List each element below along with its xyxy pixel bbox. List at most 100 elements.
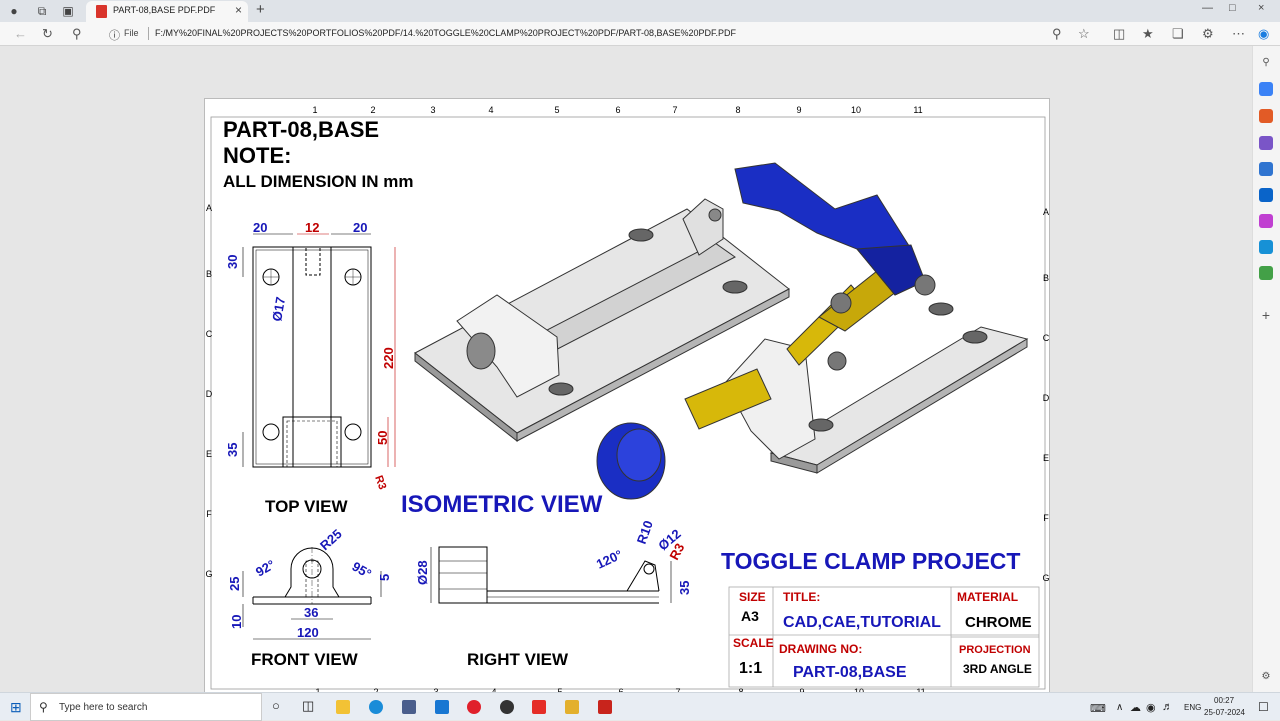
mail-icon[interactable] [435, 700, 449, 714]
app2-icon[interactable] [565, 700, 579, 714]
dim-35: 35 [225, 443, 240, 457]
youtube-icon[interactable] [532, 700, 546, 714]
border-row-label: G [205, 569, 212, 579]
outlook-icon[interactable] [1259, 188, 1273, 202]
office-icon[interactable] [1259, 162, 1273, 176]
border-row-label: B [206, 269, 212, 279]
title-label: TITLE: [783, 590, 820, 604]
dim-95deg: 95° [350, 559, 375, 582]
project-title: TOGGLE CLAMP PROJECT [721, 548, 1020, 574]
language-indicator[interactable]: ENG [1184, 703, 1201, 712]
clock-date[interactable]: 25-07-2024 [1204, 708, 1245, 717]
clock-time[interactable]: 00:27 [1214, 696, 1234, 705]
tools-icon[interactable] [1259, 109, 1273, 123]
minimize-icon[interactable]: — [1202, 2, 1213, 14]
sidebar-search-icon[interactable]: ⚲ [1259, 56, 1273, 70]
taskbar-search[interactable]: ⚲ Type here to search [30, 693, 262, 721]
copilot-icon[interactable]: ◉ [1258, 26, 1269, 42]
zoom-icon[interactable]: ⚲ [1052, 26, 1062, 42]
border-row-label: F [206, 509, 212, 519]
opera-icon[interactable] [467, 700, 481, 714]
size-value: A3 [741, 608, 759, 624]
edge-icon[interactable] [369, 700, 383, 714]
right-view-dimensions: Ø28 120° R10 Ø12 R3 35 [415, 518, 692, 595]
extensions-icon[interactable]: ⚙ [1202, 26, 1214, 42]
dim-r25: R25 [317, 526, 345, 553]
restore-icon[interactable]: □ [1229, 2, 1236, 14]
border-row-label: E [206, 449, 212, 459]
tab-title: PART-08,BASE PDF.PDF [113, 5, 216, 15]
favorite-star-icon[interactable]: ☆ [1078, 26, 1090, 42]
keyboard-icon[interactable]: ⌨ [1090, 702, 1106, 715]
collections-icon[interactable]: ❏ [1172, 26, 1184, 42]
projection-value: 3RD ANGLE [963, 662, 1032, 676]
shopping-icon[interactable] [1259, 82, 1273, 96]
drawing-svg: 1234567891011 1234567891011 ABCDEFG ABCD… [205, 105, 1049, 697]
file-explorer-icon[interactable] [336, 700, 350, 714]
dim-35-right: 35 [677, 581, 692, 595]
dim-diameter-28: Ø28 [415, 560, 430, 585]
top-view-dimensions: 20 12 20 30 Ø17 220 50 35 R3 [225, 220, 396, 491]
more-menu-icon[interactable]: ⋯ [1232, 26, 1245, 42]
url-field[interactable]: ⓘ File F:/MY%20FINAL%20PROJECTS%20PORTFO… [100, 24, 1100, 44]
back-icon[interactable]: ← [14, 26, 27, 41]
designer-icon[interactable] [1259, 214, 1273, 228]
add-sidebar-icon[interactable]: + [1259, 308, 1273, 322]
tab-bar: ● ⧉ ▣ PART-08,BASE PDF.PDF × + — □ × [0, 0, 1280, 22]
border-col-label: 2 [370, 105, 375, 115]
border-col-label: 8 [735, 105, 740, 115]
dim-50: 50 [375, 431, 390, 445]
border-col-label: 11 [913, 105, 922, 115]
pdf-viewer[interactable]: 1234567891011 1234567891011 ABCDEFG ABCD… [0, 46, 1252, 697]
new-tab-icon[interactable]: + [256, 1, 265, 18]
dim-r10: R10 [634, 518, 656, 546]
taskbar: ⊞ ⚲ Type here to search ○ ◫ ⌨ ∧ ☁ ◉ ♬ EN… [0, 692, 1280, 721]
dim-20-left: 20 [253, 220, 267, 235]
volume-icon[interactable]: ♬ [1162, 701, 1173, 713]
material-label: MATERIAL [957, 590, 1018, 604]
profile-icon[interactable]: ● [6, 3, 22, 19]
border-col-label: 6 [615, 105, 620, 115]
dim-5: 5 [377, 574, 392, 581]
border-col-label: 1 [312, 105, 317, 115]
network-icon[interactable]: ◉ [1146, 701, 1156, 714]
file-label: File [124, 28, 139, 38]
search-placeholder: Type here to search [59, 702, 148, 713]
scale-value: 1:1 [739, 660, 762, 677]
split-screen-icon[interactable]: ◫ [1113, 26, 1125, 42]
close-window-icon[interactable]: × [1258, 2, 1264, 14]
app-icon[interactable] [500, 700, 514, 714]
border-row-labels-left: A B C D E F G [205, 203, 212, 579]
telegram-icon[interactable] [1259, 240, 1273, 254]
title-value: CAD,CAE,TUTORIAL [783, 614, 941, 631]
info-icon[interactable]: ⓘ [109, 27, 120, 43]
notification-icon[interactable]: ☐ [1258, 700, 1269, 714]
sidebar-settings-icon[interactable]: ⚙ [1259, 670, 1273, 684]
border-row-label: B [1043, 273, 1049, 283]
border-row-label: F [1043, 513, 1049, 523]
store-icon[interactable] [402, 700, 416, 714]
refresh-icon[interactable]: ↻ [42, 26, 53, 42]
isometric-view-label: ISOMETRIC VIEW [401, 491, 603, 518]
task-view-icon[interactable]: ◫ [302, 698, 314, 714]
url-text[interactable]: F:/MY%20FINAL%20PROJECTS%20PORTFOLIOS%20… [155, 28, 736, 38]
drawing-sheet: 1234567891011 1234567891011 ABCDEFG ABCD… [204, 98, 1050, 697]
search-icon[interactable]: ⚲ [72, 26, 82, 42]
onedrive-icon[interactable]: ☁ [1130, 701, 1141, 714]
tab-actions-icon[interactable]: ▣ [60, 3, 76, 19]
favorites-icon[interactable]: ★ [1142, 26, 1154, 42]
dim-120deg: 120° [594, 547, 625, 572]
windows-start-icon[interactable]: ⊞ [10, 699, 22, 716]
border-col-label: 5 [554, 105, 559, 115]
border-row-label: D [1043, 393, 1050, 403]
close-tab-icon[interactable]: × [235, 3, 242, 17]
note-label: NOTE: [223, 143, 291, 168]
tree-icon[interactable] [1259, 266, 1273, 280]
games-icon[interactable] [1259, 136, 1273, 150]
solidworks-icon[interactable] [598, 700, 612, 714]
tab-active[interactable]: PART-08,BASE PDF.PDF × [86, 1, 248, 22]
workspaces-icon[interactable]: ⧉ [34, 3, 50, 19]
cortana-icon[interactable]: ○ [272, 698, 280, 713]
border-row-labels-right: A B C D E F G [1042, 207, 1049, 583]
tray-chevron-icon[interactable]: ∧ [1116, 702, 1123, 713]
